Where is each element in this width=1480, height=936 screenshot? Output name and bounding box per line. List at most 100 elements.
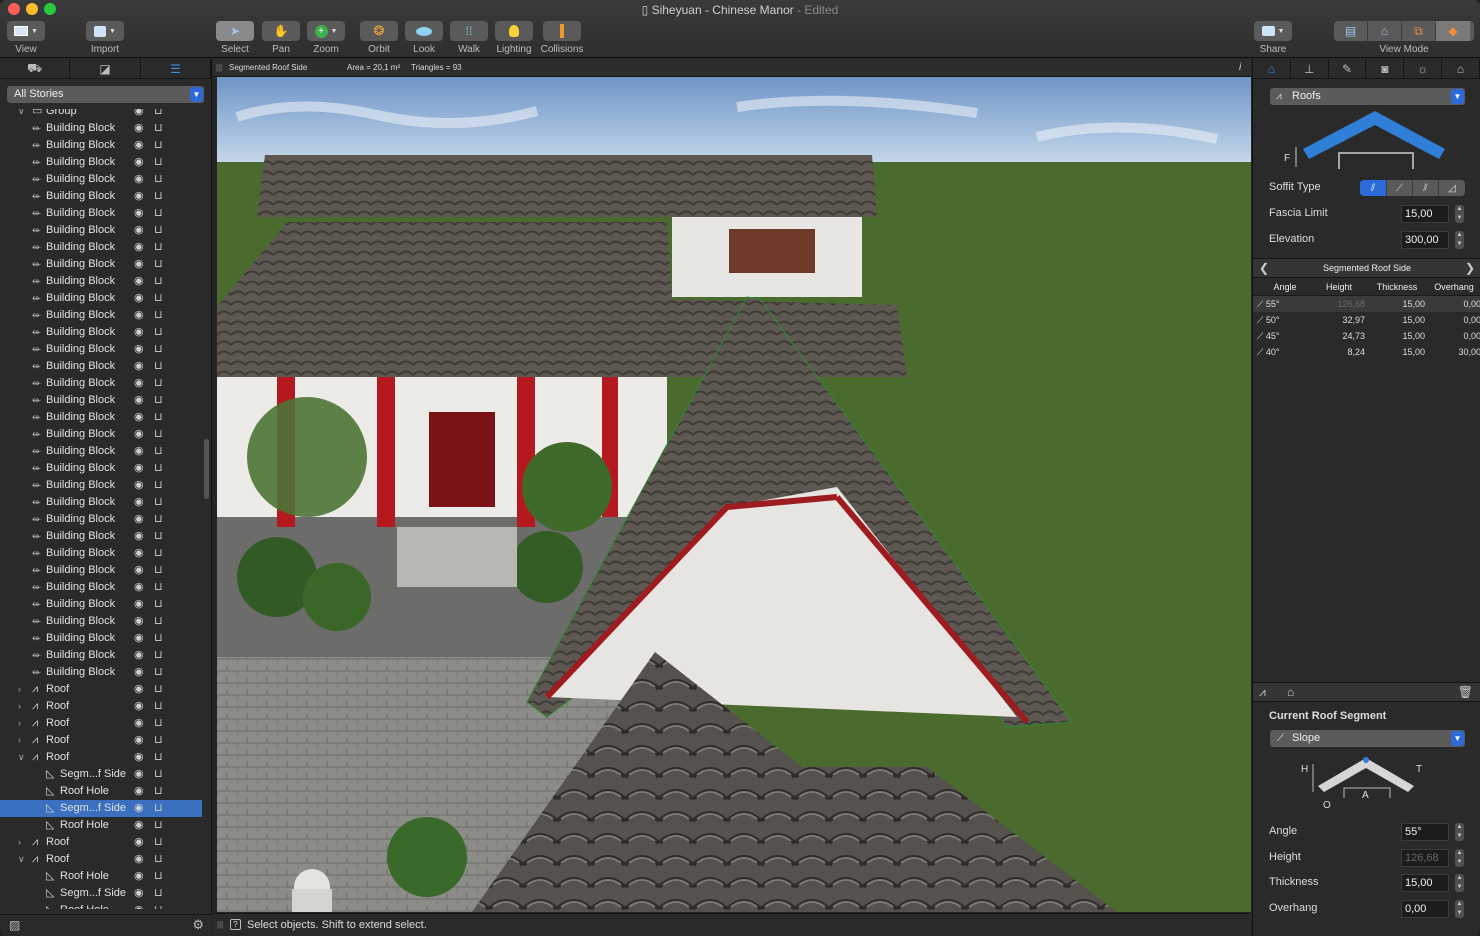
tree-row[interactable]: ⬰ Building Block ◉ ⊔: [0, 358, 202, 375]
tree-row[interactable]: ∨ ⩘ Roof ◉ ⊔: [0, 749, 202, 766]
tree-row[interactable]: ⬰ Building Block ◉ ⊔: [0, 545, 202, 562]
tree-row[interactable]: › ⩘ Roof ◉ ⊔: [0, 681, 202, 698]
angle-stepper[interactable]: ▲ ▼: [1455, 823, 1464, 841]
tree-row[interactable]: ⬰ Building Block ◉ ⊔: [0, 460, 202, 477]
visibility-eye-icon[interactable]: ◉: [134, 290, 144, 307]
view-mode-split-icon[interactable]: ⌂: [1368, 21, 1402, 41]
unlocked-lock-icon[interactable]: ⊔: [154, 222, 163, 239]
roof-category-select[interactable]: ⩘ Roofs ▼: [1270, 88, 1465, 105]
visibility-eye-icon[interactable]: ◉: [134, 171, 144, 188]
lighting-tool[interactable]: Lighting: [494, 21, 534, 55]
unlocked-lock-icon[interactable]: ⊔: [154, 902, 163, 909]
visibility-eye-icon[interactable]: ◉: [134, 647, 144, 664]
angle-field[interactable]: 55°: [1401, 823, 1449, 841]
fascia-limit-field[interactable]: 15,00: [1401, 205, 1449, 223]
unlocked-lock-icon[interactable]: ⊔: [154, 851, 163, 868]
drag-handle-icon[interactable]: |||: [217, 914, 223, 936]
orbit-button[interactable]: ❂: [360, 21, 398, 41]
tree-row[interactable]: ⬰ Building Block ◉ ⊔: [0, 409, 202, 426]
unlocked-lock-icon[interactable]: ⊔: [154, 528, 163, 545]
zoom-tool[interactable]: + ▼ Zoom: [306, 21, 346, 55]
unlocked-lock-icon[interactable]: ⊔: [154, 732, 163, 749]
gear-icon[interactable]: ⚙: [192, 917, 204, 933]
collisions-button[interactable]: [543, 21, 581, 41]
unlocked-lock-icon[interactable]: ⊔: [154, 681, 163, 698]
visibility-eye-icon[interactable]: ◉: [134, 783, 144, 800]
overhang-field[interactable]: 0,00: [1401, 900, 1449, 918]
unlocked-lock-icon[interactable]: ⊔: [154, 698, 163, 715]
import-tool[interactable]: ▼ Import: [84, 21, 126, 55]
unlocked-lock-icon[interactable]: ⊔: [154, 205, 163, 222]
unlocked-lock-icon[interactable]: ⊔: [154, 137, 163, 154]
visibility-eye-icon[interactable]: ◉: [134, 409, 144, 426]
orbit-tool[interactable]: ❂ Orbit: [359, 21, 399, 55]
tree-row[interactable]: ⬰ Building Block ◉ ⊔: [0, 511, 202, 528]
visibility-eye-icon[interactable]: ◉: [134, 460, 144, 477]
view-button[interactable]: ▼: [7, 21, 45, 41]
soffit-type-3-icon[interactable]: ⫽: [1413, 180, 1439, 196]
visibility-eye-icon[interactable]: ◉: [134, 375, 144, 392]
unlocked-lock-icon[interactable]: ⊔: [154, 647, 163, 664]
view-mode-2d-plan-icon[interactable]: ▤: [1334, 21, 1368, 41]
share-button[interactable]: ▼: [1254, 21, 1292, 41]
visibility-eye-icon[interactable]: ◉: [134, 885, 144, 902]
visibility-eye-icon[interactable]: ◉: [134, 477, 144, 494]
unlocked-lock-icon[interactable]: ⊔: [154, 188, 163, 205]
unlocked-lock-icon[interactable]: ⊔: [154, 375, 163, 392]
unlocked-lock-icon[interactable]: ⊔: [154, 545, 163, 562]
unlocked-lock-icon[interactable]: ⊔: [154, 358, 163, 375]
unlocked-lock-icon[interactable]: ⊔: [154, 307, 163, 324]
unlocked-lock-icon[interactable]: ⊔: [154, 834, 163, 851]
stories-select[interactable]: All Stories ▼: [7, 86, 204, 103]
select-button[interactable]: ➤: [216, 21, 254, 41]
visibility-eye-icon[interactable]: ◉: [134, 749, 144, 766]
unlocked-lock-icon[interactable]: ⊔: [154, 749, 163, 766]
tree-row[interactable]: ⬰ Building Block ◉ ⊔: [0, 477, 202, 494]
visibility-eye-icon[interactable]: ◉: [134, 613, 144, 630]
elevation-stepper[interactable]: ▲ ▼: [1455, 231, 1464, 249]
tab-building-icon[interactable]: ⌂: [1442, 59, 1480, 78]
collisions-tool[interactable]: Collisions: [540, 21, 584, 55]
tree-row[interactable]: ⬰ Building Block ◉ ⊔: [0, 256, 202, 273]
tree-row[interactable]: ⬰ Building Block ◉ ⊔: [0, 443, 202, 460]
tree-row[interactable]: ⬰ Building Block ◉ ⊔: [0, 171, 202, 188]
look-button[interactable]: [405, 21, 443, 41]
view-mode-split-3d-icon[interactable]: ⧉: [1402, 21, 1436, 41]
tab-sun-icon[interactable]: ☼: [1404, 59, 1443, 78]
pan-tool[interactable]: ✋ Pan: [261, 21, 301, 55]
tree-row[interactable]: › ⩘ Roof ◉ ⊔: [0, 732, 202, 749]
unlocked-lock-icon[interactable]: ⊔: [154, 630, 163, 647]
tree-row[interactable]: ◺ Roof Hole ◉ ⊔: [0, 902, 202, 909]
table-row[interactable]: ⟋ 45° 24,73 15,00 0,00: [1253, 328, 1480, 344]
disclosure-closed-icon[interactable]: ›: [18, 698, 21, 715]
view-mode-tool[interactable]: ▤ ⌂ ⧉ ◆ View Mode: [1332, 21, 1476, 55]
unlocked-lock-icon[interactable]: ⊔: [154, 256, 163, 273]
tree-row[interactable]: ⬰ Building Block ◉ ⊔: [0, 375, 202, 392]
tree-row[interactable]: ⬰ Building Block ◉ ⊔: [0, 137, 202, 154]
thickness-field[interactable]: 15,00: [1401, 874, 1449, 892]
visibility-eye-icon[interactable]: ◉: [134, 239, 144, 256]
overhang-stepper[interactable]: ▲ ▼: [1455, 900, 1464, 918]
tree-row[interactable]: ◺ Roof Hole ◉ ⊔: [0, 817, 202, 834]
tree-row[interactable]: › ⩘ Roof ◉ ⊔: [0, 715, 202, 732]
fascia-limit-stepper[interactable]: ▲ ▼: [1455, 205, 1464, 223]
tree-row[interactable]: ⬰ Building Block ◉ ⊔: [0, 392, 202, 409]
zoom-button[interactable]: + ▼: [307, 21, 345, 41]
unlocked-lock-icon[interactable]: ⊔: [154, 324, 163, 341]
visibility-eye-icon[interactable]: ◉: [134, 664, 144, 681]
image-icon[interactable]: ▨: [9, 918, 20, 932]
unlocked-lock-icon[interactable]: ⊔: [154, 109, 163, 120]
visibility-eye-icon[interactable]: ◉: [134, 851, 144, 868]
elevation-field[interactable]: 300,00: [1401, 231, 1449, 249]
add-gable-icon[interactable]: ⌂: [1287, 685, 1294, 699]
tree-row[interactable]: ⬰ Building Block ◉ ⊔: [0, 222, 202, 239]
table-row[interactable]: ⟋ 55° 126,68 15,00 0,00: [1253, 296, 1480, 312]
visibility-eye-icon[interactable]: ◉: [134, 579, 144, 596]
visibility-eye-icon[interactable]: ◉: [134, 256, 144, 273]
visibility-eye-icon[interactable]: ◉: [134, 494, 144, 511]
tab-roof-icon[interactable]: ⌂: [1253, 59, 1291, 78]
tree-row[interactable]: ∨ ▭ Group ◉ ⊔: [0, 109, 202, 120]
unlocked-lock-icon[interactable]: ⊔: [154, 426, 163, 443]
look-tool[interactable]: Look: [404, 21, 444, 55]
tree-row[interactable]: ◺ Segm...f Side ◉ ⊔: [0, 766, 202, 783]
